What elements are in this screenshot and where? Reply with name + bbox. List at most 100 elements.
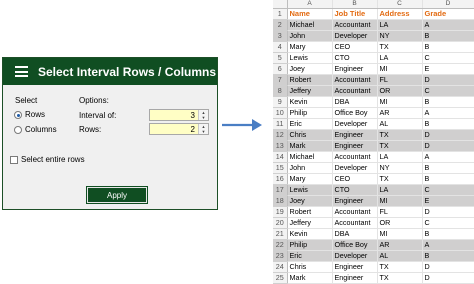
table-row[interactable]: 25 Mark Engineer TX D: [273, 272, 474, 284]
row-number[interactable]: 5: [273, 52, 288, 64]
cell[interactable]: MI: [377, 228, 423, 240]
cell[interactable]: Developer: [332, 162, 378, 174]
table-row[interactable]: 5 Lewis CTO LA C: [273, 52, 474, 64]
cell[interactable]: D: [422, 261, 474, 273]
table-row[interactable]: 20 Jeffery Accountant OR C: [273, 217, 474, 229]
cell[interactable]: Jeffery: [287, 85, 333, 97]
cell[interactable]: Philip: [287, 239, 333, 251]
cell[interactable]: MI: [377, 195, 423, 207]
table-row[interactable]: 11 Eric Developer AL B: [273, 118, 474, 130]
cell[interactable]: D: [422, 206, 474, 218]
cell[interactable]: Mary: [287, 41, 333, 53]
cell[interactable]: B: [422, 30, 474, 42]
cell[interactable]: DBA: [332, 228, 378, 240]
cell[interactable]: Mark: [287, 272, 333, 284]
cell[interactable]: CEO: [332, 41, 378, 53]
cell[interactable]: B: [422, 162, 474, 174]
cell[interactable]: Accountant: [332, 206, 378, 218]
cell[interactable]: Developer: [332, 250, 378, 262]
cell[interactable]: AR: [377, 239, 423, 251]
header-row[interactable]: 1 Name Job Title Address Grade: [273, 8, 474, 20]
row-number[interactable]: 10: [273, 107, 288, 119]
columns-radio[interactable]: [14, 126, 22, 134]
cell[interactable]: Accountant: [332, 74, 378, 86]
cell[interactable]: Joey: [287, 63, 333, 75]
cell[interactable]: A: [422, 239, 474, 251]
cell[interactable]: Engineer: [332, 129, 378, 141]
cell[interactable]: C: [422, 217, 474, 229]
table-row[interactable]: 14 Michael Accountant LA A: [273, 151, 474, 163]
rows-radio[interactable]: [14, 111, 22, 119]
row-number[interactable]: 15: [273, 162, 288, 174]
table-row[interactable]: 2 Michael Accountant LA A: [273, 19, 474, 31]
cell[interactable]: TX: [377, 140, 423, 152]
cell[interactable]: Accountant: [332, 85, 378, 97]
cell[interactable]: NY: [377, 30, 423, 42]
cell[interactable]: B: [422, 173, 474, 185]
cell[interactable]: C: [422, 184, 474, 196]
row-number[interactable]: 14: [273, 151, 288, 163]
cell[interactable]: Engineer: [332, 140, 378, 152]
row-number[interactable]: 21: [273, 228, 288, 240]
cell[interactable]: A: [422, 107, 474, 119]
cell[interactable]: John: [287, 162, 333, 174]
cell[interactable]: OR: [377, 85, 423, 97]
row-number[interactable]: 18: [273, 195, 288, 207]
cell[interactable]: Mark: [287, 140, 333, 152]
row-number[interactable]: 19: [273, 206, 288, 218]
row-number[interactable]: 23: [273, 250, 288, 262]
cell[interactable]: Developer: [332, 30, 378, 42]
row-number[interactable]: 6: [273, 63, 288, 75]
cell[interactable]: E: [422, 195, 474, 207]
cell[interactable]: Mary: [287, 173, 333, 185]
cell[interactable]: Chris: [287, 129, 333, 141]
cell[interactable]: Eric: [287, 118, 333, 130]
cell[interactable]: TX: [377, 173, 423, 185]
rows-count-spinner[interactable]: 2 ▲ ▼: [149, 123, 209, 135]
cell[interactable]: C: [422, 85, 474, 97]
header-cell[interactable]: Address: [377, 8, 423, 20]
cell[interactable]: NY: [377, 162, 423, 174]
cell[interactable]: TX: [377, 129, 423, 141]
column-header-d[interactable]: D: [422, 0, 474, 9]
row-number[interactable]: 7: [273, 74, 288, 86]
cell[interactable]: D: [422, 272, 474, 284]
table-row[interactable]: 4 Mary CEO TX B: [273, 41, 474, 53]
table-row[interactable]: 16 Mary CEO TX B: [273, 173, 474, 185]
column-header-a[interactable]: A: [287, 0, 333, 9]
cell[interactable]: Accountant: [332, 151, 378, 163]
row-number[interactable]: 22: [273, 239, 288, 251]
cell[interactable]: Accountant: [332, 19, 378, 31]
row-number[interactable]: 25: [273, 272, 288, 284]
row-number[interactable]: 8: [273, 85, 288, 97]
table-row[interactable]: 19 Robert Accountant FL D: [273, 206, 474, 218]
cell[interactable]: A: [422, 19, 474, 31]
row-number[interactable]: 1: [273, 8, 288, 20]
row-number[interactable]: 3: [273, 30, 288, 42]
cell[interactable]: MI: [377, 96, 423, 108]
cell[interactable]: LA: [377, 19, 423, 31]
cell[interactable]: Joey: [287, 195, 333, 207]
table-row[interactable]: 7 Robert Accountant FL D: [273, 74, 474, 86]
row-number[interactable]: 4: [273, 41, 288, 53]
cell[interactable]: D: [422, 74, 474, 86]
row-number[interactable]: 12: [273, 129, 288, 141]
columns-radio-label[interactable]: Columns: [25, 125, 57, 134]
cell[interactable]: Accountant: [332, 217, 378, 229]
interval-spinner[interactable]: 3 ▲ ▼: [149, 109, 209, 121]
hamburger-menu-icon[interactable]: [15, 66, 28, 77]
table-row[interactable]: 3 John Developer NY B: [273, 30, 474, 42]
column-header-b[interactable]: B: [332, 0, 378, 9]
table-row[interactable]: 12 Chris Engineer TX D: [273, 129, 474, 141]
rows-radio-label[interactable]: Rows: [25, 110, 45, 119]
table-row[interactable]: 21 Kevin DBA MI B: [273, 228, 474, 240]
cell[interactable]: B: [422, 96, 474, 108]
row-number[interactable]: 17: [273, 184, 288, 196]
table-row[interactable]: 6 Joey Engineer MI E: [273, 63, 474, 75]
table-row[interactable]: 22 Philip Office Boy AR A: [273, 239, 474, 251]
interval-value[interactable]: 3: [191, 111, 195, 120]
cell[interactable]: A: [422, 151, 474, 163]
cell[interactable]: D: [422, 140, 474, 152]
cell[interactable]: LA: [377, 52, 423, 64]
table-row[interactable]: 9 Kevin DBA MI B: [273, 96, 474, 108]
